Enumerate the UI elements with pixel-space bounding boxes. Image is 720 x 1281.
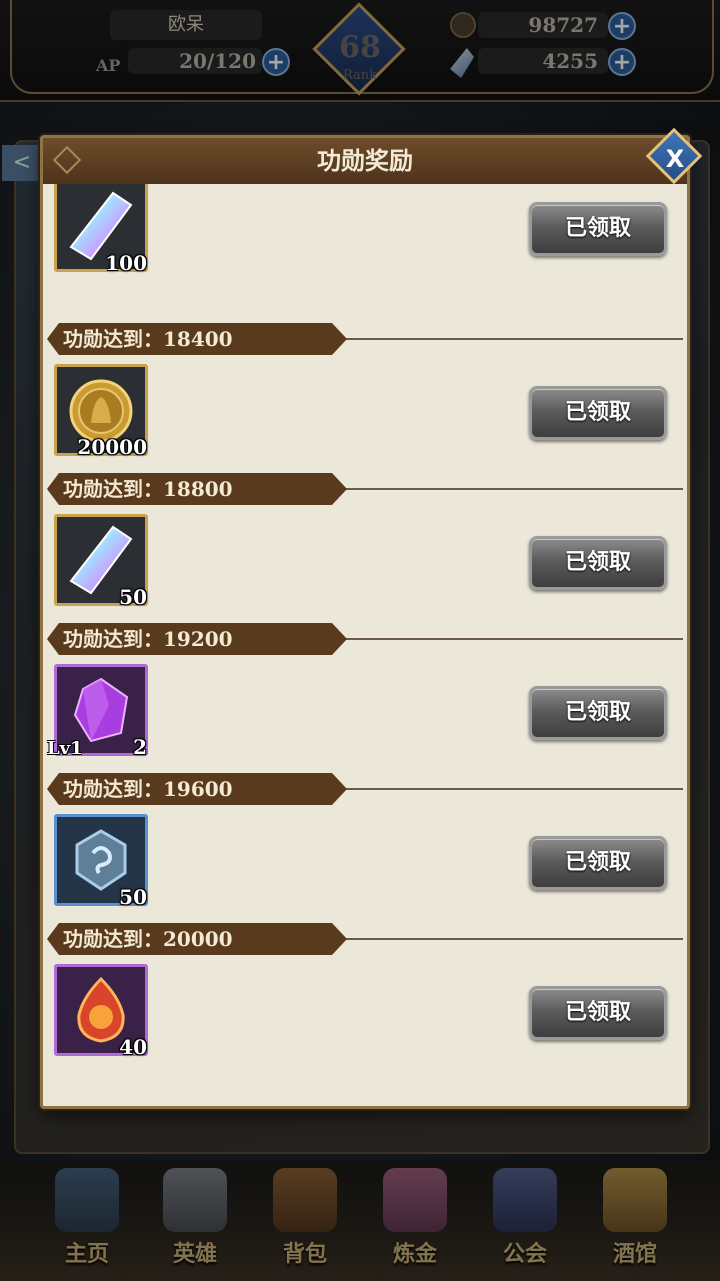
item-count: 40 <box>119 1035 147 1059</box>
item-count: 100 <box>105 251 147 275</box>
reward-row: 20000 已领取 <box>43 362 687 462</box>
milestone-label: 功勋达到：18400 <box>63 323 233 355</box>
divider-line <box>337 788 683 790</box>
reward-item-slot[interactable]: Lv1 2 <box>47 664 148 759</box>
divider-line <box>337 638 683 640</box>
claimed-button[interactable]: 已领取 <box>529 386 667 440</box>
milestone-value: 20000 <box>163 927 233 951</box>
claimed-button[interactable]: 已领取 <box>529 836 667 890</box>
milestone-prefix: 功勋达到： <box>63 627 163 651</box>
reward-row: 50 已领取 <box>43 812 687 912</box>
purple-gem-icon <box>73 677 129 743</box>
claimed-button[interactable]: 已领取 <box>529 536 667 590</box>
reward-row: 40 已领取 <box>43 962 687 1062</box>
milestone-label: 功勋达到：19600 <box>63 773 233 805</box>
item-count: 2 <box>133 735 147 759</box>
reward-item-slot[interactable]: 20000 <box>54 364 148 459</box>
dialog-title: 功勋奖励 <box>317 147 413 175</box>
claimed-button[interactable]: 已领取 <box>529 686 667 740</box>
milestone-prefix: 功勋达到： <box>63 927 163 951</box>
milestone-divider: 功勋达到：20000 <box>47 923 683 955</box>
reward-item-slot[interactable]: 50 <box>54 814 148 909</box>
milestone-value: 18800 <box>163 477 233 501</box>
milestone-label: 功勋达到：19200 <box>63 623 233 655</box>
milestone-prefix: 功勋达到： <box>63 777 163 801</box>
divider-line <box>337 338 683 340</box>
divider-line <box>337 488 683 490</box>
item-count: 50 <box>119 885 147 909</box>
milestone-value: 19200 <box>163 627 233 651</box>
milestone-label: 功勋达到：18800 <box>63 473 233 505</box>
milestone-divider: 功勋达到：19600 <box>47 773 683 805</box>
dialog-header: 功勋奖励 <box>43 138 687 184</box>
item-level: Lv1 <box>47 738 83 759</box>
milestone-prefix: 功勋达到： <box>63 477 163 501</box>
reward-row: 50 已领取 <box>43 512 687 612</box>
reward-row: 100 已领取 <box>43 184 687 276</box>
reward-list[interactable]: 100 已领取 功勋达到：18400 20000 已领取 功勋达到：18800 … <box>43 184 687 1106</box>
milestone-divider: 功勋达到：18800 <box>47 473 683 505</box>
milestone-prefix: 功勋达到： <box>63 327 163 351</box>
item-count: 20000 <box>77 435 147 459</box>
reward-item-slot[interactable]: 100 <box>54 184 148 275</box>
reward-item-slot[interactable]: 40 <box>54 964 148 1059</box>
milestone-value: 18400 <box>163 327 233 351</box>
close-icon[interactable]: X <box>655 139 695 179</box>
reward-row: Lv1 2 已领取 <box>43 662 687 762</box>
milestone-divider: 功勋达到：18400 <box>47 323 683 355</box>
milestone-divider: 功勋达到：19200 <box>47 623 683 655</box>
item-count: 50 <box>119 585 147 609</box>
divider-line <box>337 938 683 940</box>
claimed-button[interactable]: 已领取 <box>529 986 667 1040</box>
reward-item-slot[interactable]: 50 <box>54 514 148 609</box>
milestone-label: 功勋达到：20000 <box>63 923 233 955</box>
merit-rewards-dialog: 功勋奖励 100 已领取 功勋达到：18400 20000 已领取 功勋达到：1… <box>40 135 690 1109</box>
claimed-button[interactable]: 已领取 <box>529 202 667 256</box>
milestone-value: 19600 <box>163 777 233 801</box>
